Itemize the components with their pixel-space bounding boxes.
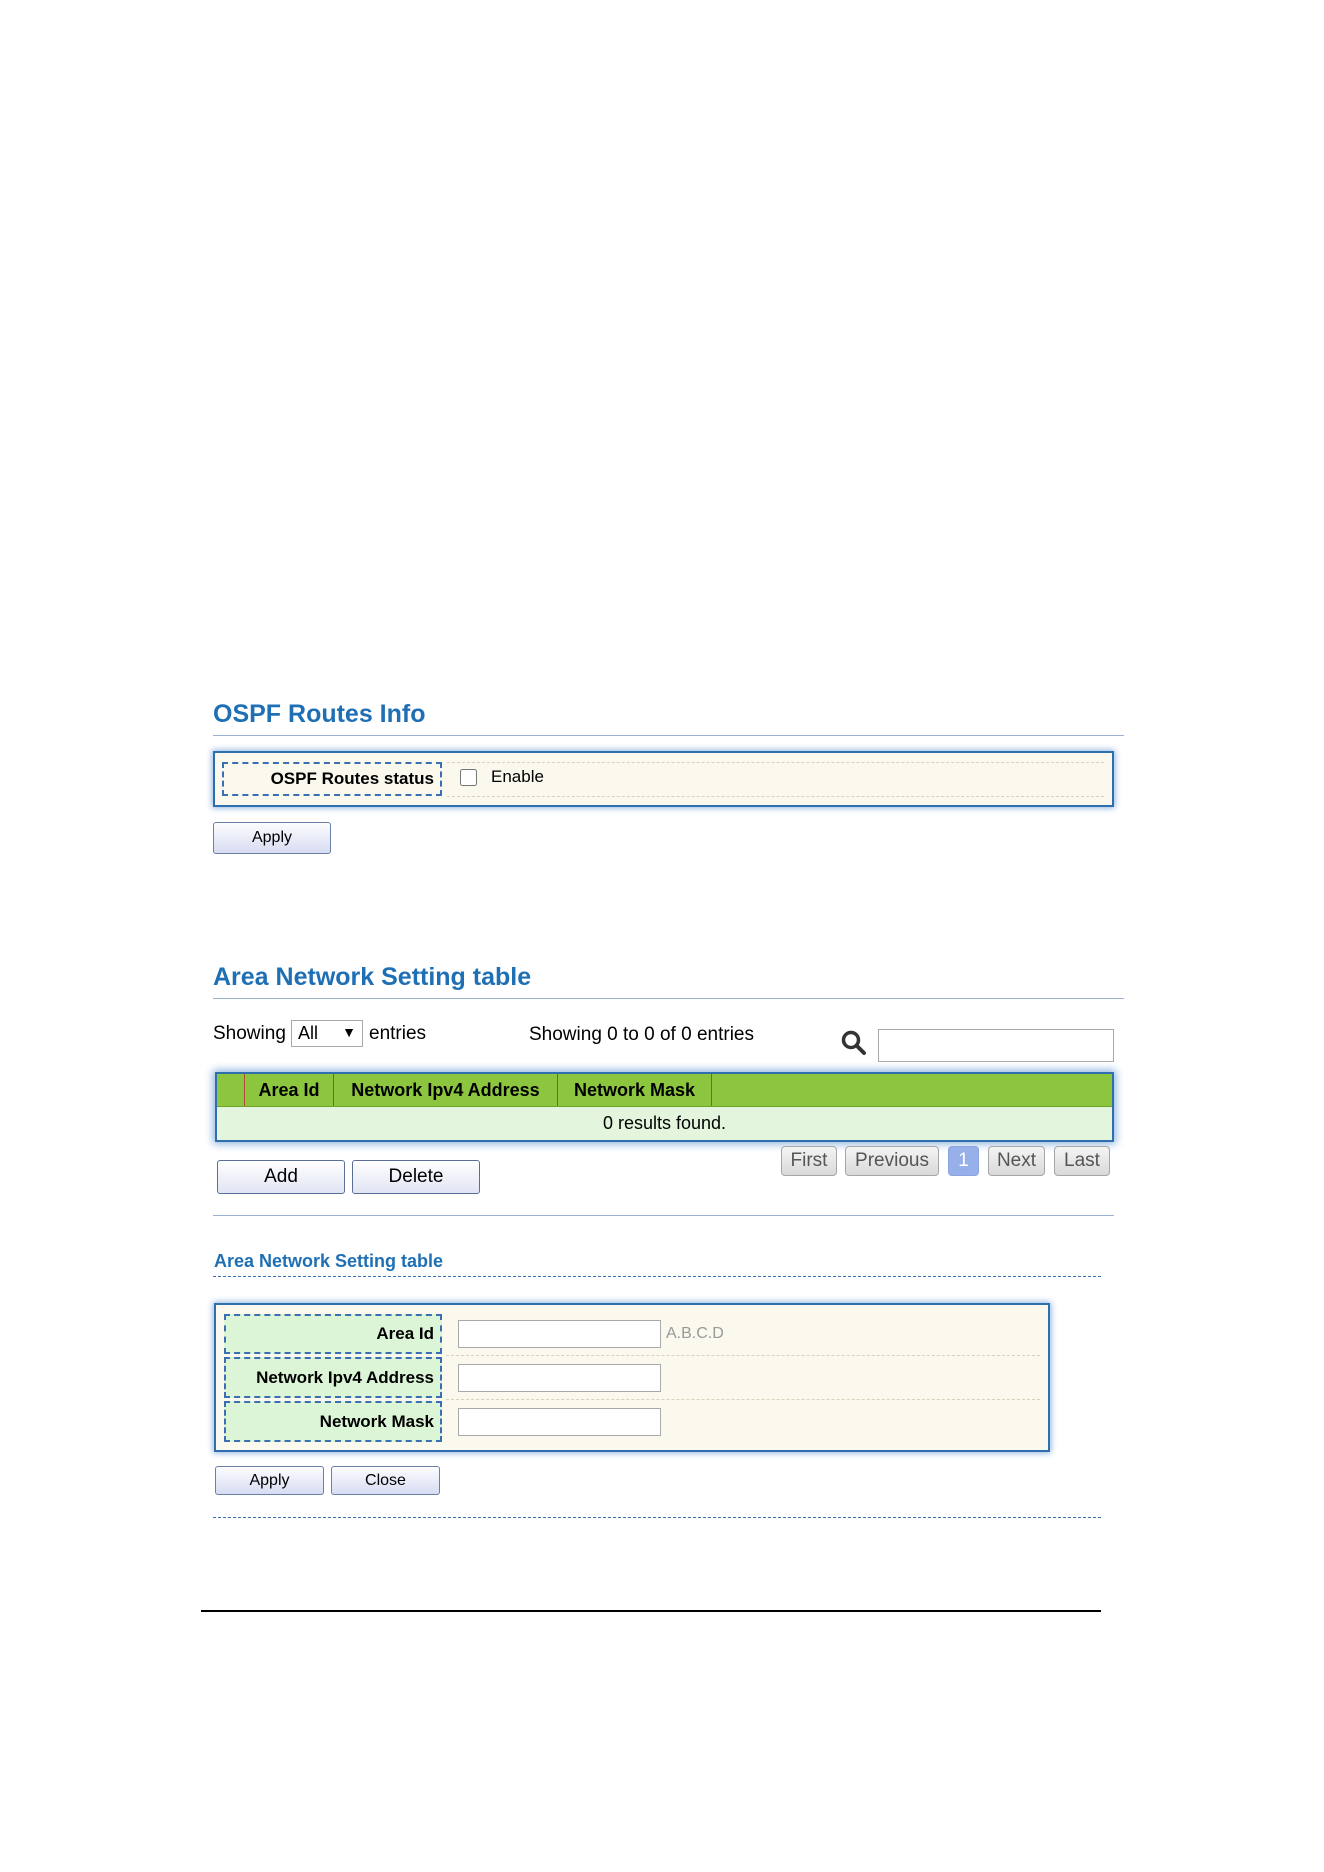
entries-suffix-text: entries: [369, 1023, 427, 1044]
network-ipv4-address-label: Network Ipv4 Address: [224, 1357, 442, 1398]
table-bottom-divider: [213, 1215, 1114, 1216]
showing-prefix-text: Showing: [213, 1023, 286, 1044]
pagination-last-button[interactable]: Last: [1054, 1146, 1110, 1176]
row-divider: [446, 1399, 1040, 1400]
pagination-previous-button[interactable]: Previous: [845, 1146, 939, 1176]
form-apply-button[interactable]: Apply: [215, 1466, 324, 1495]
chevron-down-icon: ▼: [342, 1024, 356, 1040]
row-divider: [447, 796, 1104, 797]
area-network-form-panel: Area Id A.B.C.D Network Ipv4 Address Net…: [214, 1303, 1050, 1452]
empty-results-message: 0 results found.: [602, 1113, 727, 1133]
search-icon[interactable]: [840, 1029, 868, 1057]
entries-select[interactable]: All ▼: [291, 1020, 363, 1047]
enable-checkbox-label: Enable: [491, 767, 544, 786]
row-divider: [446, 1355, 1040, 1356]
column-header-network-mask[interactable]: Network Mask: [557, 1074, 712, 1106]
ospf-routes-info-title: OSPF Routes Info: [213, 700, 426, 728]
add-button[interactable]: Add: [217, 1160, 345, 1194]
table-header-row: Area Id Network Ipv4 Address Network Mas…: [217, 1074, 1112, 1107]
entries-summary-text: Showing 0 to 0 of 0 entries: [529, 1024, 754, 1045]
search-input[interactable]: [878, 1029, 1114, 1062]
network-mask-label: Network Mask: [224, 1401, 442, 1442]
form-bottom-dashed-divider: [213, 1517, 1101, 1518]
pagination-page-1-button[interactable]: 1: [948, 1146, 979, 1176]
network-mask-input[interactable]: [458, 1408, 661, 1436]
pagination-next-button[interactable]: Next: [988, 1146, 1045, 1176]
empty-results-row: 0 results found.: [217, 1107, 1112, 1140]
network-ipv4-address-input[interactable]: [458, 1364, 661, 1392]
ospf-title-divider: [213, 735, 1124, 736]
form-close-button[interactable]: Close: [331, 1466, 440, 1495]
area-network-form-title: Area Network Setting table: [214, 1251, 444, 1271]
ospf-enable-checkbox[interactable]: [460, 769, 477, 786]
area-id-input[interactable]: [458, 1320, 661, 1348]
page-footer-rule: [201, 1610, 1101, 1612]
entries-select-value: All: [298, 1023, 319, 1043]
area-table-title-divider: [213, 998, 1124, 999]
pagination-first-button[interactable]: First: [781, 1146, 837, 1176]
area-network-table-title: Area Network Setting table: [213, 963, 532, 991]
ospf-apply-button[interactable]: Apply: [213, 822, 331, 854]
ospf-status-panel: OSPF Routes status Enable: [213, 751, 1114, 807]
area-id-label: Area Id: [224, 1314, 442, 1354]
column-header-select[interactable]: [217, 1074, 244, 1106]
form-top-dashed-divider: [213, 1276, 1101, 1277]
ospf-routes-status-label: OSPF Routes status: [222, 762, 442, 796]
column-header-area-id[interactable]: Area Id: [244, 1074, 333, 1106]
area-id-format-hint: A.B.C.D: [666, 1325, 724, 1342]
column-header-network-ipv4-address[interactable]: Network Ipv4 Address: [333, 1074, 557, 1106]
delete-button[interactable]: Delete: [352, 1160, 480, 1194]
area-network-table: Area Id Network Ipv4 Address Network Mas…: [215, 1072, 1114, 1142]
row-divider: [447, 762, 1104, 763]
